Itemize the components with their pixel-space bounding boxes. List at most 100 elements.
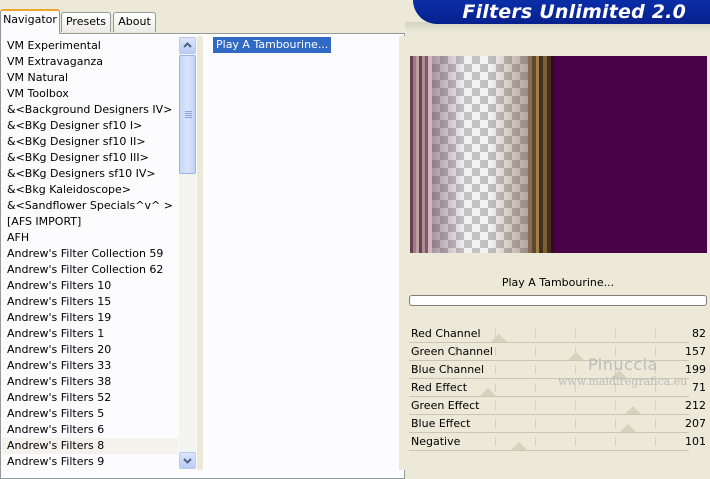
- parameter-row[interactable]: Blue Effect 207: [405, 416, 710, 434]
- parameter-value: 71: [692, 381, 706, 394]
- slider-track[interactable]: [409, 450, 689, 451]
- filter-category-item[interactable]: Andrew's Filters 9: [2, 454, 178, 470]
- parameter-row[interactable]: Negative 101: [405, 434, 710, 452]
- filter-category-item[interactable]: &<BKg Designer sf10 II>: [2, 134, 178, 150]
- filter-category-item[interactable]: Andrew's Filters 33: [2, 358, 178, 374]
- slider-tick: [535, 347, 536, 356]
- category-scrollbar[interactable]: [179, 37, 196, 469]
- filter-category-item[interactable]: &<BKg Designer sf10 III>: [2, 150, 178, 166]
- parameter-sliders: Red Channel 82 Green Channel 157 Blue Channe…: [405, 326, 710, 454]
- slider-track[interactable]: [409, 432, 689, 433]
- filter-category-item[interactable]: VM Toolbox: [2, 86, 178, 102]
- slider-tick: [575, 419, 576, 428]
- filter-category-item[interactable]: Andrew's Filters 6: [2, 422, 178, 438]
- slider-tick: [655, 401, 656, 410]
- effect-list[interactable]: Play A Tambourine...: [203, 36, 399, 470]
- filter-category-item[interactable]: Andrew's Filters 19: [2, 310, 178, 326]
- slider-tick: [535, 437, 536, 446]
- filter-category-item[interactable]: VM Natural: [2, 70, 178, 86]
- slider-tick: [615, 419, 616, 428]
- slider-tick: [655, 437, 656, 446]
- filter-category-item[interactable]: Andrew's Filters 5: [2, 406, 178, 422]
- parameter-label: Green Effect: [411, 399, 480, 412]
- tab-about[interactable]: About: [113, 12, 156, 32]
- parameter-label: Red Effect: [411, 381, 468, 394]
- slider-track[interactable]: [409, 396, 689, 397]
- parameter-label: Blue Effect: [411, 417, 471, 430]
- chevron-up-icon: [183, 42, 192, 48]
- parameter-label: Negative: [411, 435, 461, 448]
- parameter-value: 101: [685, 435, 706, 448]
- scroll-thumb[interactable]: [179, 55, 196, 174]
- slider-tick: [495, 365, 496, 374]
- filter-category-item[interactable]: Andrew's Filters 8: [2, 438, 178, 454]
- filter-category-item[interactable]: Andrew's Filters 10: [2, 278, 178, 294]
- effect-title: Play A Tambourine...: [501, 276, 615, 289]
- filter-category-item[interactable]: &<Bkg Kaleidoscope>: [2, 182, 178, 198]
- scroll-down-button[interactable]: [179, 452, 196, 469]
- parameter-value: 212: [685, 399, 706, 412]
- preview-pattern: [410, 56, 554, 253]
- filter-category-item[interactable]: &<Sandflower Specials^v^ >: [2, 198, 178, 214]
- filter-category-item[interactable]: Andrew's Filter Collection 62: [2, 262, 178, 278]
- slider-thumb[interactable]: [568, 352, 585, 360]
- slider-tick: [615, 329, 616, 338]
- slider-tick: [535, 383, 536, 392]
- filter-category-item[interactable]: &<BKg Designer sf10 I>: [2, 118, 178, 134]
- slider-tick: [655, 329, 656, 338]
- slider-thumb[interactable]: [491, 334, 508, 342]
- filter-category-item[interactable]: Andrew's Filters 52: [2, 390, 178, 406]
- slider-tick: [575, 329, 576, 338]
- slider-tick: [495, 419, 496, 428]
- effect-item-selected[interactable]: Play A Tambourine...: [213, 37, 332, 53]
- chevron-down-icon: [183, 458, 192, 464]
- slider-track[interactable]: [409, 414, 689, 415]
- filter-category-item[interactable]: AFH: [2, 230, 178, 246]
- filter-category-list[interactable]: VM Experimental VM Extravaganza VM Natural…: [0, 36, 180, 470]
- scroll-up-button[interactable]: [179, 37, 196, 54]
- slider-tick: [495, 347, 496, 356]
- parameter-row[interactable]: Green Effect 212: [405, 398, 710, 416]
- filter-category-item[interactable]: &<BKg Designers sf10 IV>: [2, 166, 178, 182]
- filter-category-item[interactable]: Andrew's Filters 15: [2, 294, 178, 310]
- slider-thumb[interactable]: [510, 442, 527, 450]
- filter-category-item[interactable]: Andrew's Filters 38: [2, 374, 178, 390]
- tab-bar: Navigator Presets About: [0, 0, 405, 34]
- app-title: Filters Unlimited 2.0: [462, 1, 686, 23]
- filter-category-item[interactable]: Andrew's Filter Collection 59: [2, 246, 178, 262]
- watermark-name: Pinuccia: [588, 355, 658, 374]
- filter-category-item[interactable]: VM Extravaganza: [2, 54, 178, 70]
- parameter-label: Red Channel: [411, 327, 481, 340]
- parameter-value: 199: [685, 363, 706, 376]
- slider-tick: [615, 401, 616, 410]
- filter-category-item[interactable]: Andrew's Filters 1: [2, 326, 178, 342]
- slider-tick: [535, 419, 536, 428]
- filter-category-item[interactable]: Andrew's Filters 20: [2, 342, 178, 358]
- watermark-url: www.maidiregrafica.eu: [558, 375, 688, 388]
- slider-tick: [615, 437, 616, 446]
- parameter-label: Green Channel: [411, 345, 493, 358]
- slider-thumb[interactable]: [479, 388, 496, 396]
- header-banner: Filters Unlimited 2.0: [413, 0, 710, 24]
- slider-tick: [655, 419, 656, 428]
- parameter-value: 157: [685, 345, 706, 358]
- filter-category-item[interactable]: &<Background Designers IV>: [2, 102, 178, 118]
- slider-tick: [535, 329, 536, 338]
- tab-navigator[interactable]: Navigator: [0, 9, 60, 34]
- parameter-row[interactable]: Green Channel 157: [405, 344, 710, 362]
- progress-bar: [409, 295, 707, 306]
- slider-tick: [575, 437, 576, 446]
- slider-track[interactable]: [409, 342, 689, 343]
- filter-category-item[interactable]: [AFS IMPORT]: [2, 214, 178, 230]
- slider-tick: [535, 401, 536, 410]
- slider-tick: [575, 365, 576, 374]
- slider-tick: [575, 401, 576, 410]
- filter-category-item[interactable]: VM Experimental: [2, 38, 178, 54]
- preview-image: [410, 56, 707, 253]
- slider-tick: [495, 437, 496, 446]
- slider-thumb[interactable]: [624, 406, 641, 414]
- slider-thumb[interactable]: [619, 424, 636, 432]
- tab-presets[interactable]: Presets: [61, 12, 111, 32]
- parameter-row[interactable]: Red Channel 82: [405, 326, 710, 344]
- slider-tick: [535, 365, 536, 374]
